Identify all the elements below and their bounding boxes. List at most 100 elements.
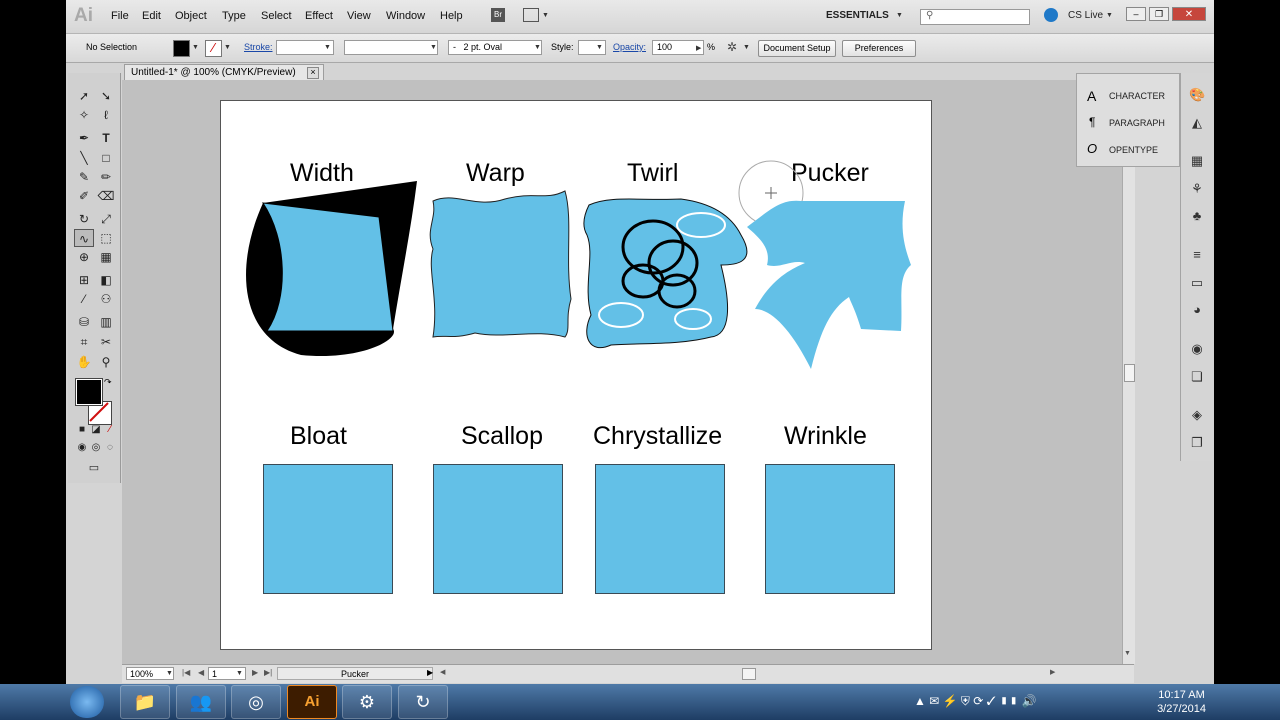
swatches-panel-icon[interactable]: ▦: [1189, 153, 1205, 169]
column-graph-tool-icon[interactable]: ▥: [96, 313, 116, 331]
cs-live-menu[interactable]: CS Live: [1068, 10, 1103, 21]
artboard[interactable]: Width Warp Twirl Pucker Bloat Scallop Ch…: [220, 100, 932, 650]
bridge-button[interactable]: Br: [491, 8, 505, 22]
brush-definition[interactable]: - 2 pt. Oval: [448, 40, 542, 55]
slice-tool-icon[interactable]: ✂: [96, 333, 116, 351]
chrome-taskbar-icon[interactable]: ◎: [231, 685, 281, 719]
people-taskbar-icon[interactable]: 👥: [176, 685, 226, 719]
scroll-left-arrow-icon[interactable]: ◀: [440, 668, 445, 676]
last-artboard-icon[interactable]: ▶|: [264, 668, 272, 677]
line-tool-icon[interactable]: ╲: [74, 149, 94, 167]
menu-window[interactable]: Window: [386, 10, 425, 22]
arrange-documents-icon[interactable]: [523, 8, 539, 22]
workspace-switcher[interactable]: ESSENTIALS: [826, 10, 889, 21]
menu-type[interactable]: Type: [222, 10, 246, 22]
recorder-taskbar-icon[interactable]: ↻: [398, 685, 448, 719]
menu-edit[interactable]: Edit: [142, 10, 161, 22]
shape-builder-tool-icon[interactable]: ⊕: [74, 248, 94, 266]
next-artboard-icon[interactable]: ▶: [252, 668, 258, 677]
opentype-panel-icon[interactable]: O: [1087, 141, 1097, 156]
blend-tool-icon[interactable]: ⚇: [96, 290, 116, 308]
symbols-panel-icon[interactable]: ♣: [1189, 208, 1205, 224]
document-tab[interactable]: Untitled-1* @ 100% (CMYK/Preview) ×: [124, 64, 324, 80]
eyedropper-tool-icon[interactable]: ⁄: [74, 290, 94, 308]
current-tool-status[interactable]: Pucker: [277, 667, 433, 680]
selection-tool-icon[interactable]: ➚: [74, 87, 94, 105]
document-setup-button[interactable]: Document Setup: [758, 40, 836, 57]
none-mode-icon[interactable]: ⁄: [100, 421, 120, 439]
pen-tool-icon[interactable]: ✒: [74, 129, 94, 147]
rotate-tool-icon[interactable]: ↻: [74, 210, 94, 228]
paragraph-panel-icon[interactable]: ¶: [1089, 115, 1095, 129]
minimize-button[interactable]: –: [1126, 7, 1146, 21]
free-transform-tool-icon[interactable]: ⬚: [96, 229, 116, 247]
menu-help[interactable]: Help: [440, 10, 463, 22]
gradient-panel-icon[interactable]: ▭: [1189, 275, 1205, 291]
artboards-panel-icon[interactable]: ❐: [1189, 435, 1205, 451]
hand-tool-icon[interactable]: ✋: [74, 353, 94, 371]
close-document-icon[interactable]: ×: [307, 67, 319, 79]
vertical-scrollbar[interactable]: ▼: [1122, 80, 1135, 664]
swap-colors-icon[interactable]: ↷: [104, 377, 112, 388]
search-help-input[interactable]: [920, 9, 1030, 25]
blob-brush-tool-icon[interactable]: ✐: [74, 187, 94, 205]
character-panel-tab[interactable]: CHARACTER: [1109, 91, 1165, 101]
opentype-panel-tab[interactable]: OPENTYPE: [1109, 145, 1158, 155]
system-clock[interactable]: 10:17 AM 3/27/2014: [1157, 688, 1206, 716]
brushes-panel-icon[interactable]: ⚘: [1189, 181, 1205, 197]
magic-wand-tool-icon[interactable]: ✧: [74, 106, 94, 124]
draw-inside-icon[interactable]: ◌: [100, 439, 120, 457]
menu-effect[interactable]: Effect: [305, 10, 333, 22]
stroke-panel-icon[interactable]: ≡: [1189, 247, 1205, 263]
opacity-label[interactable]: Opacity:: [613, 42, 646, 52]
wrinkle-square[interactable]: [765, 464, 895, 594]
recolor-artwork-icon[interactable]: ✲: [727, 40, 737, 54]
scroll-down-arrow-icon[interactable]: ▼: [1124, 650, 1131, 657]
paragraph-panel-tab[interactable]: PARAGRAPH: [1109, 118, 1165, 128]
screen-mode-icon[interactable]: ▭: [84, 459, 104, 477]
stroke-label[interactable]: Stroke:: [244, 42, 273, 52]
preferences-button[interactable]: Preferences: [842, 40, 916, 57]
pencil-tool-icon[interactable]: ✏: [96, 168, 116, 186]
perspective-grid-tool-icon[interactable]: ▦: [96, 248, 116, 266]
eraser-tool-icon[interactable]: ⌫: [96, 187, 116, 205]
bloat-square[interactable]: [263, 464, 393, 594]
fill-swatch[interactable]: [173, 40, 190, 57]
layers-panel-icon[interactable]: ◈: [1189, 407, 1205, 423]
start-button-icon[interactable]: [70, 686, 104, 718]
warp-shape[interactable]: [425, 189, 575, 343]
menu-file[interactable]: File: [111, 10, 129, 22]
mesh-tool-icon[interactable]: ⊞: [74, 271, 94, 289]
horizontal-scroll-thumb[interactable]: [742, 668, 756, 680]
warp-tool-icon[interactable]: ∿: [74, 229, 94, 247]
vertical-scroll-thumb[interactable]: [1124, 364, 1135, 382]
paintbrush-tool-icon[interactable]: ✎: [74, 168, 94, 186]
appearance-panel-icon[interactable]: ◉: [1189, 341, 1205, 357]
symbol-sprayer-tool-icon[interactable]: ⛁: [74, 313, 94, 331]
artboard-tool-icon[interactable]: ⌗: [74, 333, 94, 351]
transparency-panel-icon[interactable]: ◕: [1189, 302, 1205, 318]
lasso-tool-icon[interactable]: ℓ: [96, 106, 116, 124]
explorer-taskbar-icon[interactable]: 📁: [120, 685, 170, 719]
tool-taskbar-icon[interactable]: ⚙: [342, 685, 392, 719]
stroke-swatch[interactable]: ⁄: [205, 40, 222, 57]
graphic-styles-panel-icon[interactable]: ❏: [1189, 369, 1205, 385]
pucker-shape[interactable]: [731, 159, 931, 379]
fill-color-box[interactable]: [75, 378, 103, 406]
gradient-tool-icon[interactable]: ◧: [96, 271, 116, 289]
first-artboard-icon[interactable]: |◀: [182, 668, 190, 677]
menu-object[interactable]: Object: [175, 10, 207, 22]
menu-view[interactable]: View: [347, 10, 371, 22]
illustrator-taskbar-button[interactable]: Ai: [287, 685, 337, 719]
chrystallize-square[interactable]: [595, 464, 725, 594]
direct-selection-tool-icon[interactable]: ➘: [96, 87, 116, 105]
rectangle-tool-icon[interactable]: □: [96, 149, 116, 167]
status-menu-icon[interactable]: ▶: [427, 668, 433, 677]
character-panel-icon[interactable]: A: [1087, 88, 1096, 104]
color-guide-icon[interactable]: ◭: [1189, 115, 1205, 131]
width-shape[interactable]: [241, 179, 421, 359]
previous-artboard-icon[interactable]: ◀: [198, 668, 204, 677]
variable-width-profile[interactable]: [344, 40, 438, 55]
close-button[interactable]: ✕: [1172, 7, 1206, 21]
type-tool-icon[interactable]: T: [96, 129, 116, 147]
